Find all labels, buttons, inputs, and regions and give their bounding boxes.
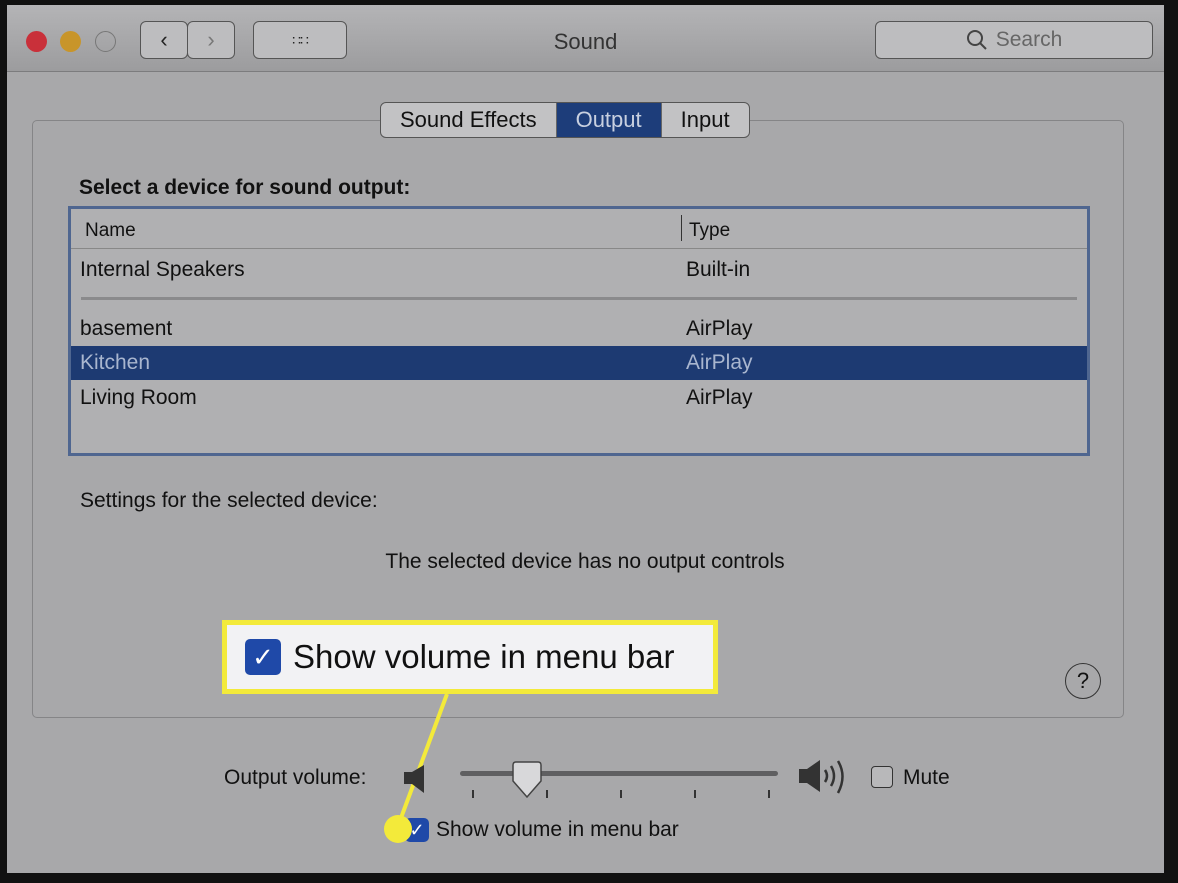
mute-label: Mute xyxy=(903,766,950,789)
slider-tick xyxy=(546,790,548,798)
output-volume-label: Output volume: xyxy=(224,766,367,789)
callout-pointer xyxy=(396,693,449,827)
slider-tick xyxy=(768,790,770,798)
volume-slider[interactable] xyxy=(460,771,778,776)
slider-tick xyxy=(472,790,474,798)
callout-dot xyxy=(384,815,412,843)
slider-tick xyxy=(694,790,696,798)
mute-checkbox[interactable] xyxy=(871,766,893,788)
speaker-high-icon xyxy=(799,760,844,794)
slider-tick xyxy=(620,790,622,798)
speaker-low-icon xyxy=(404,765,424,793)
volume-slider-thumb[interactable] xyxy=(511,761,543,799)
show-volume-label: Show volume in menu bar xyxy=(436,818,679,841)
